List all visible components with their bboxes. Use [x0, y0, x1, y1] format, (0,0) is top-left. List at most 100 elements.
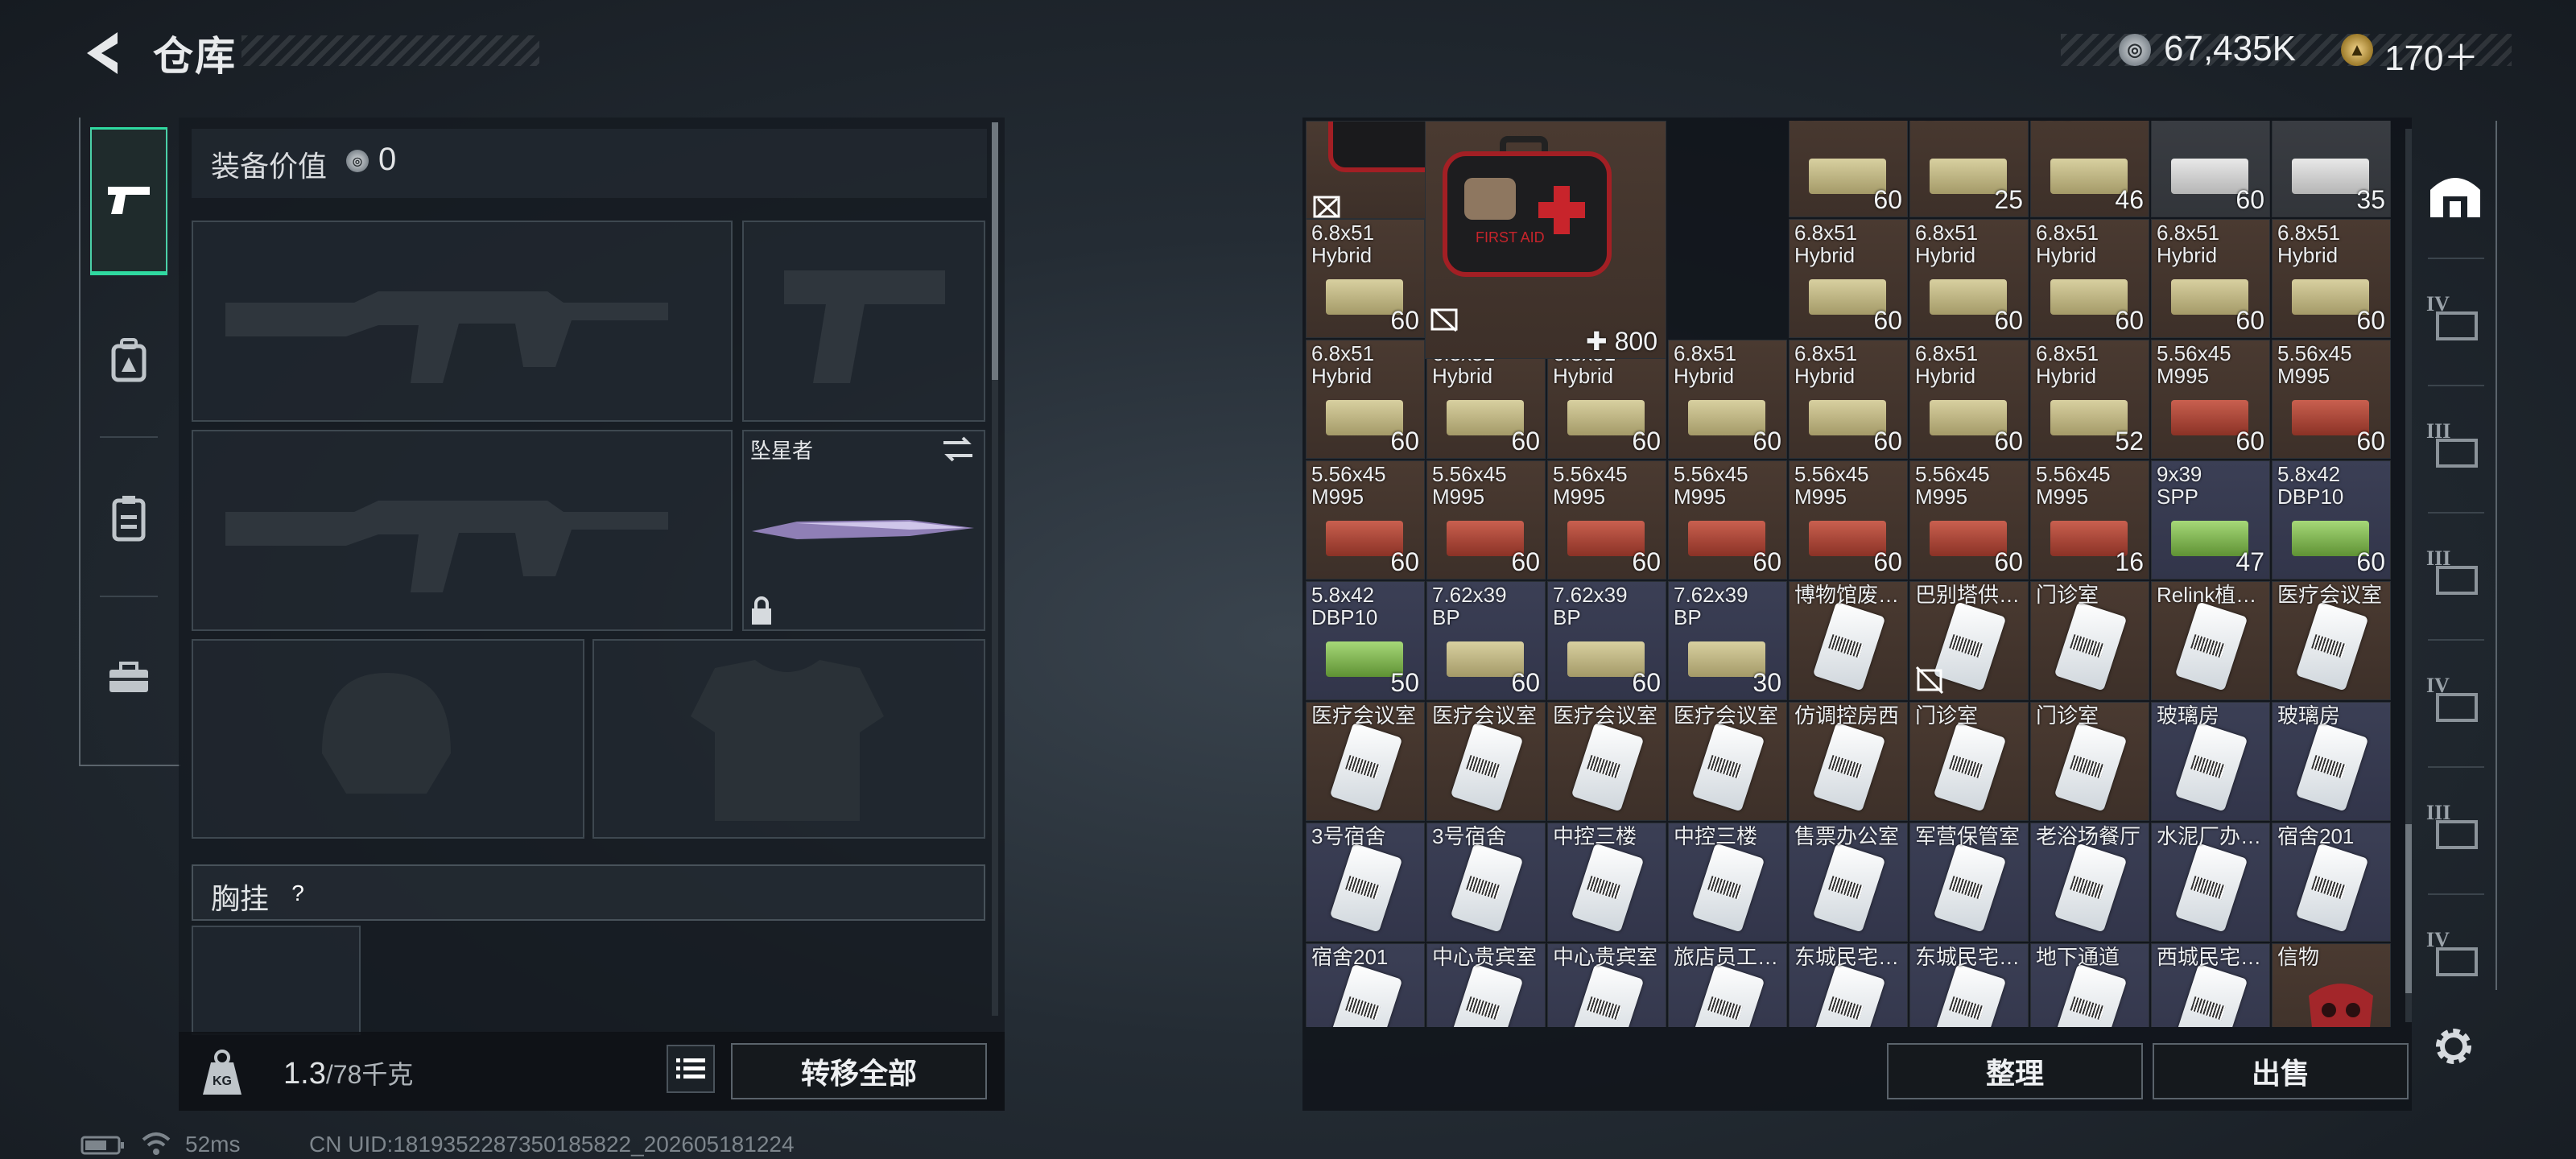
inventory-item[interactable]: 地下通道 [2030, 943, 2149, 1027]
inventory-item[interactable]: 6.8x51 Hybrid 60 [1789, 219, 1908, 338]
first-aid-kit-item[interactable]: FIRST AID ✚ 800 [1425, 121, 1666, 359]
inventory-item[interactable]: 中控三楼 [1668, 823, 1787, 942]
secondary-weapon-slot[interactable] [192, 430, 733, 631]
inventory-item[interactable]: 3号宿舍 [1306, 823, 1425, 942]
inventory-item[interactable]: 5.56x45 M995 60 [1909, 460, 2029, 580]
inventory-item[interactable]: 中心贵宾室 [1547, 943, 1666, 1027]
inventory-item[interactable]: 东城民宅… [1909, 943, 2029, 1027]
inventory-item[interactable]: 6.8x51 Hybrid 60 [1306, 219, 1425, 338]
inventory-item[interactable]: 军营保管室 [1909, 823, 2029, 942]
inventory-item[interactable]: 宿舍201 [2272, 823, 2391, 942]
inventory-item[interactable]: Sub- 46 [2030, 121, 2149, 217]
inventory-item[interactable]: 玻璃房 [2272, 702, 2391, 821]
inventory-item[interactable]: B 60 [2151, 121, 2270, 217]
inventory-item[interactable]: 6.8x51 Hybrid 60 [1668, 340, 1787, 459]
inventory-item[interactable]: 3号宿舍 [1426, 823, 1546, 942]
keycard-icon [2054, 722, 2128, 812]
inventory-item[interactable]: 医疗会议室 [1306, 702, 1425, 821]
inventory-item[interactable]: 6.8x51 Hybrid 60 [2272, 219, 2391, 338]
armor-slot[interactable] [592, 639, 985, 839]
inventory-item[interactable]: AP- 25 [1909, 121, 2029, 217]
item-name: 售票办公室 [1794, 824, 1900, 848]
inventory-item[interactable]: 医疗会议室 [1668, 702, 1787, 821]
inventory-item[interactable]: 5.56x45 M995 60 [1306, 460, 1425, 580]
inventory-item[interactable]: 旅店员工… [1668, 943, 1787, 1027]
tab-backpack[interactable] [90, 322, 167, 399]
inventory-item[interactable]: 5.56x45 M995 16 [2030, 460, 2149, 580]
tab-vest[interactable] [90, 480, 167, 557]
nav-divider [2428, 639, 2484, 641]
sell-button[interactable]: 出售 [2153, 1043, 2409, 1099]
back-arrow-icon[interactable] [80, 27, 129, 79]
inventory-item[interactable]: 6.8x51 Hybrid 60 [2151, 219, 2270, 338]
inventory-item[interactable]: 医疗会议室 [1547, 702, 1666, 821]
tab-container-6[interactable]: IV [2418, 918, 2492, 992]
inventory-item[interactable]: 5.56x45 M995 60 [1426, 460, 1546, 580]
tab-container-4[interactable]: IV [2418, 663, 2492, 737]
inventory-item[interactable]: 仿调控房西 [1789, 702, 1908, 821]
inventory-item[interactable]: 5.56x45 M995 60 [1668, 460, 1787, 580]
item-name: 6.8x51 Hybrid [1915, 341, 1979, 388]
inventory-item[interactable]: 7.62x39 BP 60 [1426, 581, 1546, 700]
list-view-button[interactable] [667, 1045, 715, 1093]
inventory-item[interactable]: 6.8x51 Hybrid 60 [1909, 340, 2029, 459]
inventory-item[interactable]: 中心贵宾室 [1426, 943, 1546, 1027]
inventory-item[interactable]: 门诊室 [1909, 702, 2029, 821]
silver-coin-icon: ◎ [346, 150, 369, 172]
swap-icon[interactable] [940, 435, 976, 464]
inventory-item[interactable]: 医疗会议室 [1426, 702, 1546, 821]
help-icon[interactable]: ? [282, 877, 314, 909]
inventory-item[interactable]: 医疗会议室 [2272, 581, 2391, 700]
inventory-item[interactable]: 5.56x45 M995 60 [1789, 460, 1908, 580]
inventory-item[interactable]: 5.56x45 M995 60 [2272, 340, 2391, 459]
inventory-item[interactable]: 6.8x51 Hybrid 60 [1909, 219, 2029, 338]
inventory-item[interactable]: 6.8x51 Hybrid 60 [2030, 219, 2149, 338]
tab-container-5[interactable]: III [2418, 790, 2492, 864]
organize-button[interactable]: 整理 [1887, 1043, 2143, 1099]
left-scrollbar-thumb[interactable] [992, 122, 998, 380]
inventory-item[interactable]: 西城民宅… [2151, 943, 2270, 1027]
settings-gear-icon[interactable] [2429, 1022, 2478, 1070]
inventory-item[interactable]: 信物 [2272, 943, 2391, 1027]
inventory-item[interactable]: 玻璃房 [2151, 702, 2270, 821]
inventory-item[interactable]: 门诊室 [2030, 702, 2149, 821]
inventory-item[interactable]: AP- 60 [1789, 121, 1908, 217]
chest-rig-slot[interactable] [192, 926, 361, 1035]
inventory-item[interactable]: 9x39 SPP 47 [2151, 460, 2270, 580]
inventory-item[interactable]: 6.8x51 Hybrid 52 [2030, 340, 2149, 459]
tab-container-1[interactable]: IV [2418, 282, 2492, 356]
inventory-item[interactable]: 老浴场餐厅 [2030, 823, 2149, 942]
inventory-item[interactable]: 5.56x45 M995 60 [2151, 340, 2270, 459]
primary-weapon-slot[interactable] [192, 221, 733, 422]
right-scrollbar-thumb[interactable] [2405, 824, 2412, 993]
inventory-item[interactable]: 博物馆废… [1789, 581, 1908, 700]
inventory-item[interactable]: Relink植… [2151, 581, 2270, 700]
inventory-item[interactable]: 5.56x45 M995 60 [1547, 460, 1666, 580]
helmet-slot[interactable] [192, 639, 584, 839]
tab-container-3[interactable]: III [2418, 536, 2492, 610]
tab-case[interactable] [90, 639, 167, 716]
inventory-item[interactable]: 5.8x42 DBP10 50 [1306, 581, 1425, 700]
item-name: 信物 [2277, 945, 2320, 969]
inventory-item[interactable]: 宿舍201 [1306, 943, 1425, 1027]
inventory-item[interactable]: 6.8x51 Hybrid 60 [1789, 340, 1908, 459]
inventory-item[interactable]: 6.8x51 Hybrid 60 [1306, 340, 1425, 459]
inventory-item[interactable]: 门诊室 [2030, 581, 2149, 700]
container-icon: IV [2426, 928, 2484, 981]
transfer-all-button[interactable]: 转移全部 [731, 1043, 987, 1099]
inventory-item[interactable]: 售票办公室 [1789, 823, 1908, 942]
inventory-item[interactable]: 7.62x39 BP 30 [1668, 581, 1787, 700]
inventory-item[interactable]: 7.62x39 BP 60 [1547, 581, 1666, 700]
inventory-item[interactable]: 东城民宅… [1789, 943, 1908, 1027]
inventory-item[interactable]: 5.8x42 DBP10 60 [2272, 460, 2391, 580]
silver-amount[interactable]: 67,435K [2164, 29, 2296, 69]
pistol-slot[interactable] [742, 221, 985, 422]
inventory-item[interactable]: 中控三楼 [1547, 823, 1666, 942]
item-name: B [2277, 121, 2291, 123]
inventory-item[interactable]: 巴别塔供… [1909, 581, 2029, 700]
tab-warehouse[interactable] [2418, 158, 2492, 232]
gold-amount[interactable]: 170＋ [2384, 29, 2479, 80]
tab-container-2[interactable]: III [2418, 409, 2492, 483]
inventory-item[interactable]: 水泥厂办… [2151, 823, 2270, 942]
inventory-item[interactable]: B 35 [2272, 121, 2391, 217]
